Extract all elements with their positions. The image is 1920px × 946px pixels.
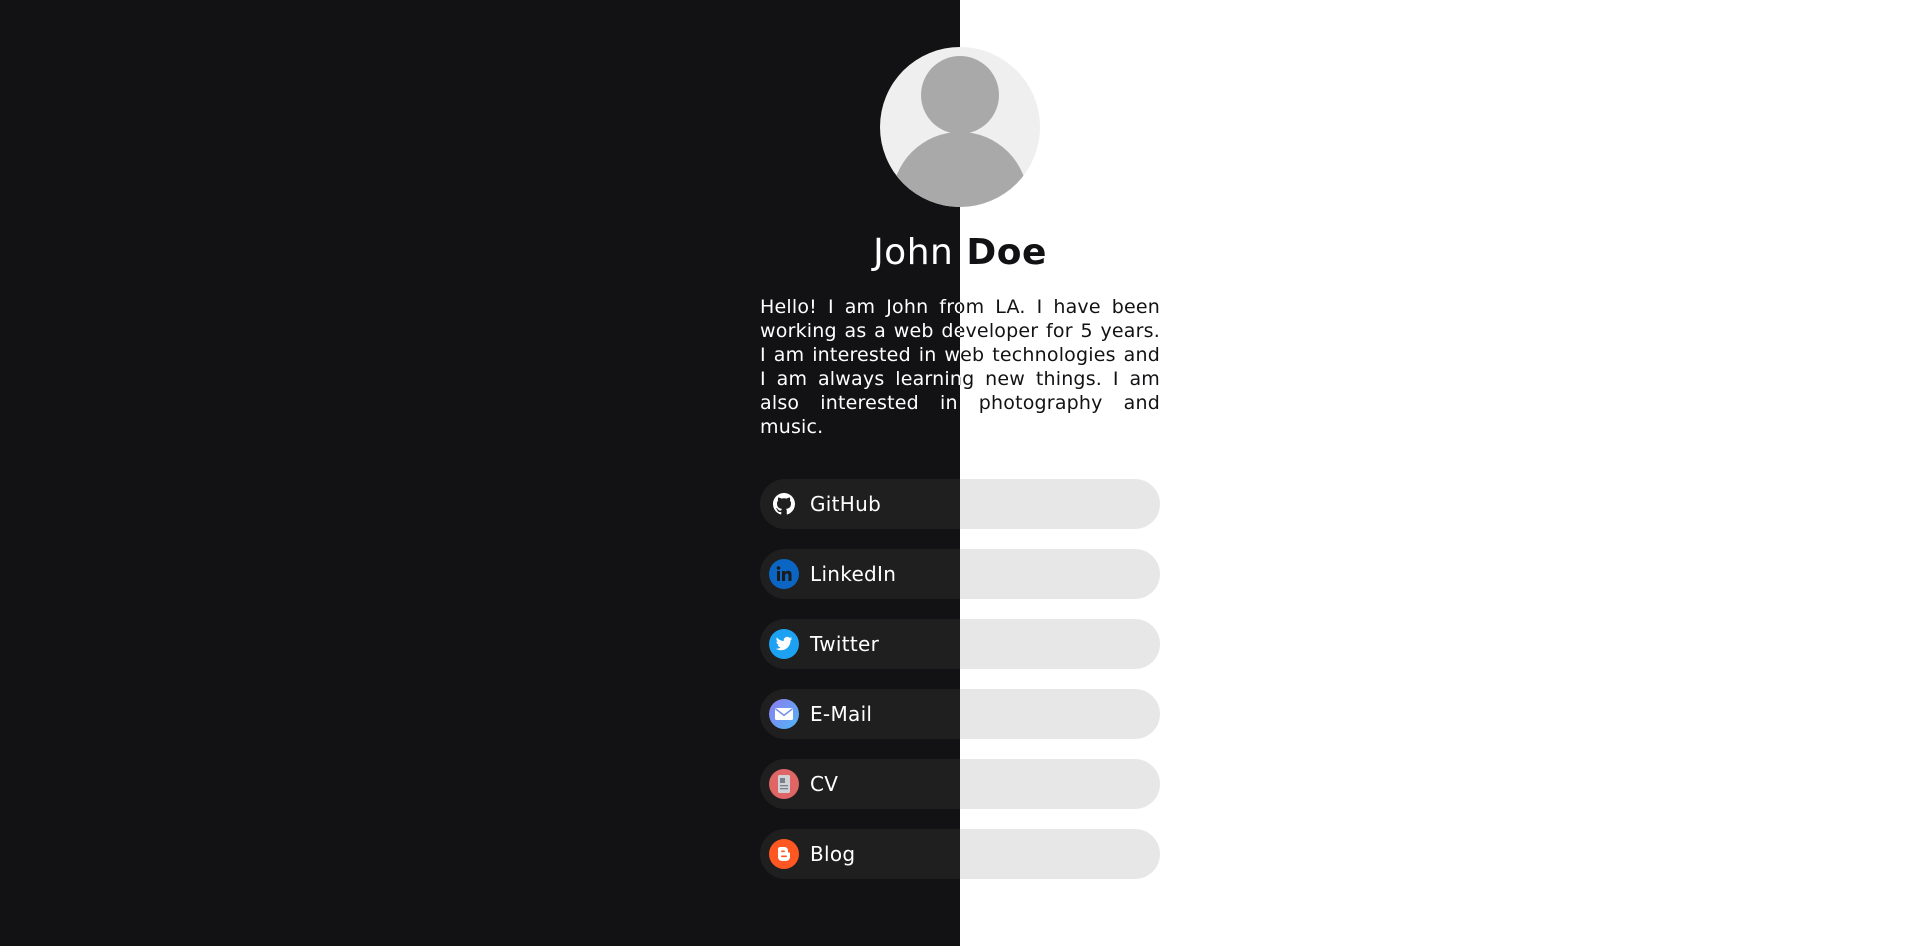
cv-link-label: CV	[810, 772, 839, 796]
twitter-icon	[769, 629, 799, 659]
mail-icon	[769, 699, 799, 729]
last-name: Doe	[966, 232, 1047, 273]
first-name: John	[873, 232, 954, 273]
blog-link-label: Blog	[810, 842, 856, 866]
github-link-label: GitHub	[810, 492, 882, 516]
linkedin-icon	[769, 559, 799, 589]
twitter-link-label: Twitter	[810, 632, 880, 656]
email-link-label: E-Mail	[810, 702, 873, 726]
linkedin-link-label: LinkedIn	[810, 562, 897, 586]
github-icon	[769, 489, 799, 519]
document-icon	[769, 769, 799, 799]
blogger-icon	[769, 839, 799, 869]
